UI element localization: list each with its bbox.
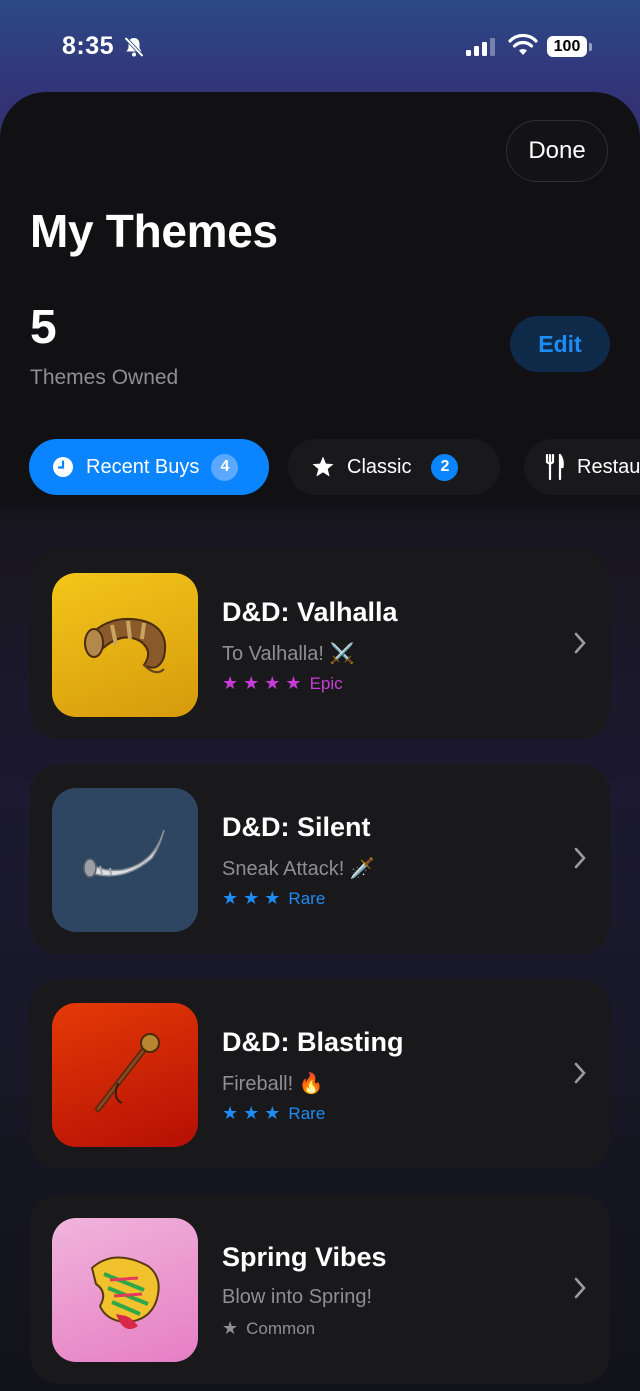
- theme-title: D&D: Valhalla: [222, 597, 398, 627]
- filter-label: Recent Buys: [86, 455, 200, 478]
- star-icon: [312, 456, 334, 477]
- theme-rating: ★ ★ ★ Rare: [222, 1103, 325, 1124]
- rarity-label: Rare: [288, 888, 326, 908]
- owned-label: Themes Owned: [30, 366, 179, 389]
- filter-chips: Recent Buys 4 Classic 2 Restau: [0, 439, 640, 495]
- filter-count-badge: 4: [211, 453, 239, 481]
- status-time: 8:35: [62, 32, 115, 60]
- theme-rating: ★ ★ ★ Rare: [222, 888, 325, 909]
- edit-button[interactable]: Edit: [510, 316, 610, 372]
- theme-subtitle: Blow into Spring!: [222, 1286, 373, 1308]
- theme-card[interactable]: D&D: Blasting Fireball! 🔥 ★ ★ ★ Rare: [30, 979, 610, 1169]
- chevron-right-icon: [574, 847, 586, 869]
- theme-thumbnail: [52, 1003, 198, 1147]
- drinking-horn-icon: [84, 617, 166, 674]
- theme-subtitle: Sneak Attack! 🗡️: [222, 858, 375, 880]
- staff-icon: [95, 1033, 160, 1112]
- theme-subtitle: Fireball! 🔥: [222, 1073, 324, 1095]
- chevron-right-icon: [574, 1062, 586, 1084]
- conch-shell-icon: [90, 1256, 160, 1330]
- cellular-signal-icon: [466, 38, 495, 56]
- theme-card[interactable]: D&D: Silent Sneak Attack! 🗡️ ★ ★ ★ Rare: [30, 764, 610, 954]
- filter-label: Restau: [577, 455, 640, 478]
- filter-restaurant[interactable]: Restau: [524, 439, 640, 495]
- status-bar: 8:35 100: [0, 0, 640, 92]
- page-title: My Themes: [30, 205, 278, 257]
- rarity-label: Common: [246, 1318, 316, 1338]
- theme-thumbnail: [52, 1218, 198, 1362]
- theme-card[interactable]: D&D: Valhalla To Valhalla! ⚔️ ★ ★ ★ ★ Ep…: [30, 549, 610, 739]
- wifi-icon: [508, 33, 538, 55]
- fork-knife-icon: [545, 454, 564, 480]
- done-button[interactable]: Done: [506, 120, 608, 182]
- filter-label: Classic: [347, 455, 412, 478]
- theme-subtitle: To Valhalla! ⚔️: [222, 643, 355, 665]
- theme-rating: ★ Common: [222, 1318, 315, 1339]
- rating-stars: ★: [222, 1318, 239, 1338]
- rating-stars: ★ ★ ★: [222, 1103, 281, 1123]
- white-horn-icon: [83, 829, 165, 878]
- theme-title: Spring Vibes: [222, 1242, 387, 1272]
- rating-stars: ★ ★ ★ ★: [222, 673, 302, 693]
- rating-stars: ★ ★ ★: [222, 888, 281, 908]
- bell-slash-icon: [124, 36, 144, 58]
- filter-recent-buys[interactable]: Recent Buys 4: [29, 439, 269, 495]
- battery-indicator: 100: [547, 36, 587, 57]
- rarity-label: Rare: [288, 1103, 326, 1123]
- themes-sheet: Done My Themes 5 Themes Owned Edit Recen…: [0, 92, 640, 1391]
- theme-title: D&D: Blasting: [222, 1027, 404, 1057]
- theme-rating: ★ ★ ★ ★ Epic: [222, 673, 343, 694]
- filter-classic[interactable]: Classic 2: [288, 439, 500, 495]
- owned-count: 5: [30, 301, 57, 354]
- rarity-label: Epic: [309, 673, 343, 693]
- theme-thumbnail: [52, 573, 198, 717]
- chevron-right-icon: [574, 632, 586, 654]
- theme-title: D&D: Silent: [222, 812, 371, 842]
- theme-thumbnail: [52, 788, 198, 932]
- chevron-right-icon: [574, 1277, 586, 1299]
- battery-nub: [589, 43, 592, 51]
- theme-card[interactable]: Spring Vibes Blow into Spring! ★ Common: [30, 1194, 610, 1384]
- clock-icon: [53, 457, 73, 477]
- filter-count-badge: 2: [431, 453, 459, 481]
